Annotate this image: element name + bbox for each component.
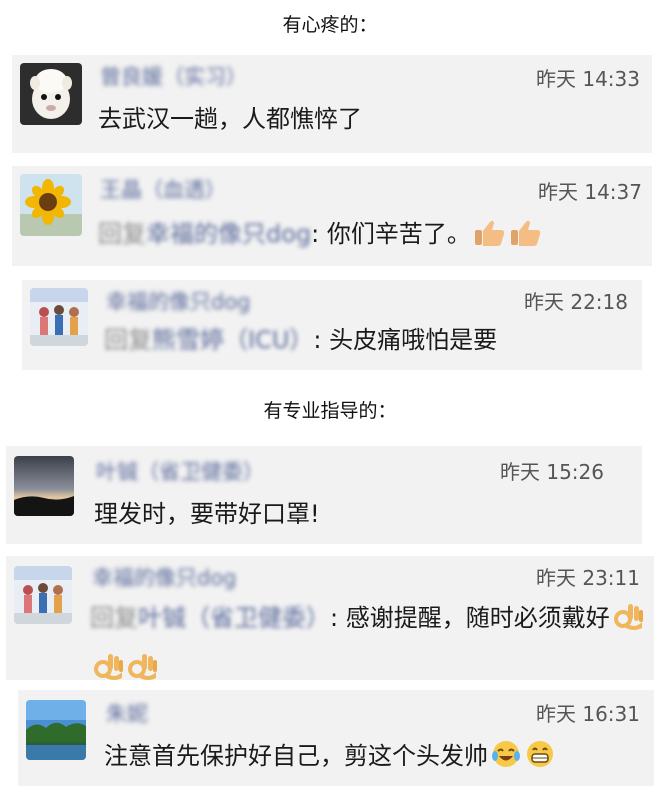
grinning-icon: [524, 738, 556, 784]
avatar[interactable]: [26, 700, 86, 760]
comment-time: 昨天 14:33: [536, 67, 640, 91]
comment-card: 幸福的像只dog 昨天 23:11 回复叶铖（省卫健委）: 感谢提醒，随时必须戴…: [6, 556, 654, 680]
comment-card: 王晶（血透） 昨天 14:37 回复幸福的像只dog: 你们辛苦了。: [12, 166, 652, 266]
comment-card: 朱妮 昨天 16:31 注意首先保护好自己，剪这个头发帅: [18, 690, 654, 786]
comment-body: : 感谢提醒，随时必须戴好: [330, 604, 610, 632]
avatar[interactable]: [14, 456, 74, 516]
comment-body: : 你们辛苦了。: [311, 220, 471, 248]
commenter-name[interactable]: 朱妮: [106, 698, 148, 728]
section-title-guidance: 有专业指导的：: [263, 400, 397, 422]
comment-text: 回复幸福的像只dog: 你们辛苦了。: [98, 212, 543, 262]
comment-time: 昨天 15:26: [500, 460, 604, 484]
reply-target-link[interactable]: 幸福的像只dog: [146, 220, 311, 248]
commenter-name[interactable]: 叶铖（省卫健委）: [96, 456, 264, 486]
comment-text: 回复熊雪婷（ICU）: 头皮痛哦怕是要: [104, 318, 497, 362]
section-title-sympathy: 有心疼的：: [282, 14, 378, 36]
avatar[interactable]: [20, 174, 82, 236]
alpaca-avatar-icon: [20, 63, 82, 125]
sunflower-avatar-icon: [20, 174, 82, 236]
comment-card: 幸福的像只dog 昨天 22:18 回复熊雪婷（ICU）: 头皮痛哦怕是要: [22, 280, 642, 370]
comment-time: 昨天 14:37: [538, 180, 642, 204]
comment-card: 叶铖（省卫健委） 昨天 15:26 理发时，要带好口罩!: [6, 446, 642, 544]
commenter-name[interactable]: 幸福的像只dog: [106, 286, 251, 316]
tears-of-joy-icon: [490, 738, 522, 784]
comment-text: 注意首先保护好自己，剪这个头发帅: [104, 734, 556, 784]
comment-time: 昨天 23:11: [536, 566, 640, 590]
reply-target-link[interactable]: 叶铖（省卫健委）: [138, 604, 330, 632]
reply-prefix: 回复: [90, 604, 138, 632]
thumbs-up-icon: [473, 218, 507, 262]
comment-card: 曾良媛（实习） 昨天 14:33 去武汉一趟，人都憔悴了: [12, 55, 652, 153]
commenter-name[interactable]: 幸福的像只dog: [92, 562, 237, 592]
comment-body: : 头皮痛哦怕是要: [313, 326, 498, 354]
comment-text: 理发时，要带好口罩!: [94, 492, 320, 536]
sunset-avatar-icon: [14, 456, 74, 516]
avatar[interactable]: [14, 566, 72, 624]
comment-text: 回复叶铖（省卫健委）: 感谢提醒，随时必须戴好: [90, 596, 646, 696]
comment-body: 去武汉一趟，人都憔悴了: [98, 105, 362, 133]
comment-time: 昨天 22:18: [524, 290, 628, 314]
comment-text: 去武汉一趟，人都憔悴了: [98, 97, 362, 141]
ok-hand-icon: [612, 600, 644, 646]
commenter-name[interactable]: 王晶（血透）: [100, 174, 226, 204]
landscape-avatar-icon: [26, 700, 86, 760]
reply-prefix: 回复: [98, 220, 146, 248]
reply-prefix: 回复: [104, 326, 152, 354]
avatar[interactable]: [30, 288, 88, 346]
reply-target-link[interactable]: 熊雪婷（ICU）: [152, 326, 313, 354]
thumbs-up-icon: [509, 218, 543, 262]
comment-time: 昨天 16:31: [536, 702, 640, 726]
group-photo-avatar-icon: [14, 566, 72, 624]
commenter-name[interactable]: 曾良媛（实习）: [100, 61, 247, 91]
comment-body: 注意首先保护好自己，剪这个头发帅: [104, 742, 488, 770]
avatar[interactable]: [20, 63, 82, 125]
comment-body: 理发时，要带好口罩!: [94, 500, 320, 528]
group-photo-avatar-icon: [30, 288, 88, 346]
